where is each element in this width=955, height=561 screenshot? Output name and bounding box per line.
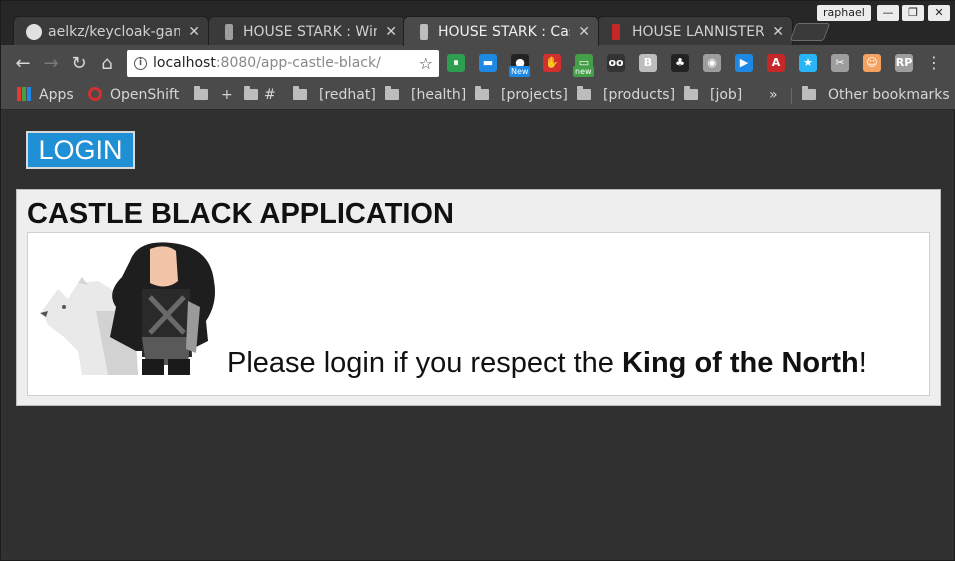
lannister-sigil-icon <box>612 24 620 40</box>
pushbullet-icon[interactable]: ⏸ <box>447 54 465 72</box>
bookmark-folder-products[interactable]: [products] <box>577 82 675 108</box>
bookmark-label: [projects] <box>501 87 568 103</box>
message-prefix: Please login if you respect the <box>227 347 622 379</box>
bookmark-label: # <box>264 87 276 103</box>
folder-icon <box>475 86 489 100</box>
bookmark-label: OpenShift <box>110 87 180 103</box>
jon-snow-and-ghost-illustration <box>40 242 215 375</box>
rp-icon[interactable]: RP <box>895 54 913 72</box>
other-bookmarks[interactable]: Other bookmarks <box>802 82 950 108</box>
address-bar[interactable]: i localhost:8080/app-castle-black/ ☆ <box>127 50 439 77</box>
message-suffix: ! <box>858 347 867 379</box>
king-of-the-north-text: King of the North <box>621 347 859 379</box>
camera-icon[interactable]: ◉ <box>703 54 721 72</box>
folder-icon <box>244 86 258 100</box>
tab-title: HOUSE LANNISTER <box>632 24 764 40</box>
face-icon[interactable]: ☺ <box>863 54 881 72</box>
tab-title: HOUSE STARK : Win <box>243 24 377 40</box>
forward-button[interactable]: → <box>40 53 62 75</box>
tools-icon[interactable]: ✂ <box>831 54 849 72</box>
tab-title: HOUSE STARK : Cas <box>438 24 570 40</box>
bookmarks-separator <box>791 88 792 104</box>
bookmark-star-icon[interactable]: ☆ <box>419 50 433 77</box>
close-icon[interactable]: ✕ <box>578 17 590 46</box>
tab-house-lannister[interactable]: HOUSE LANNISTER ✕ <box>597 16 793 46</box>
bookmark-label: [health] <box>411 87 467 103</box>
bookmark-apps[interactable]: Apps <box>17 82 74 108</box>
url-host: localhost <box>153 55 216 71</box>
adblock-icon[interactable]: ✋ <box>543 54 561 72</box>
browser-toolbar: ← → ↻ ⌂ i localhost:8080/app-castle-blac… <box>1 45 955 82</box>
page-title: CASTLE BLACK APPLICATION <box>27 198 454 230</box>
bookmark-folder[interactable] <box>194 82 214 108</box>
goggles-icon[interactable]: oo <box>607 54 625 72</box>
folder-icon <box>684 86 698 100</box>
home-button[interactable]: ⌂ <box>96 53 118 75</box>
b-icon[interactable]: B <box>639 54 657 72</box>
github-icon <box>26 24 42 40</box>
openshift-icon <box>88 87 102 101</box>
bookmarks-bar: Apps OpenShift + # [redhat] [health] [pr… <box>1 82 955 110</box>
profile-button[interactable]: raphael <box>817 5 871 21</box>
browser-window: aelkz/keycloak-game ✕ HOUSE STARK : Win … <box>0 0 955 561</box>
panel-body: Please login if you respect the King of … <box>27 232 930 396</box>
folder-icon <box>293 86 307 100</box>
bookmark-label: [redhat] <box>319 87 376 103</box>
castle-black-panel: CASTLE BLACK APPLICATION Please login if… <box>16 189 941 406</box>
extension-badge: new <box>573 66 594 77</box>
folder-icon <box>194 86 208 100</box>
minimize-button[interactable]: — <box>877 5 899 21</box>
login-message: Please login if you respect the King of … <box>227 347 867 380</box>
page-viewport: LOGIN CASTLE BLACK APPLICATION Please lo… <box>3 111 952 559</box>
bookmark-label: + <box>221 87 233 103</box>
apps-icon <box>17 87 31 101</box>
close-window-button[interactable]: ✕ <box>928 5 950 21</box>
stark-sigil-icon <box>420 24 428 40</box>
stark-sigil-icon <box>225 24 233 40</box>
new-tab-button[interactable] <box>789 23 831 41</box>
bookmark-folder-health[interactable]: [health] <box>385 82 466 108</box>
bookmark-folder-hash[interactable]: # <box>244 82 276 108</box>
tab-house-stark-castle[interactable]: HOUSE STARK : Cas ✕ <box>403 16 599 46</box>
extension-badge: New <box>509 66 531 77</box>
bookmark-openshift[interactable]: OpenShift <box>88 82 179 108</box>
tab-strip: aelkz/keycloak-game ✕ HOUSE STARK : Win … <box>1 1 955 46</box>
bookmark-label: [job] <box>710 87 743 103</box>
back-button[interactable]: ← <box>12 53 34 75</box>
gnome-icon[interactable]: ♣ <box>671 54 689 72</box>
bookmark-label: Apps <box>39 87 74 103</box>
folder-icon <box>385 86 399 100</box>
folder-icon <box>577 86 591 100</box>
tab-keycloak-game[interactable]: aelkz/keycloak-game ✕ <box>13 16 209 46</box>
bookmark-label: Other bookmarks <box>828 87 950 103</box>
font-a-icon[interactable]: A <box>767 54 785 72</box>
video-call-icon[interactable]: ▶ <box>735 54 753 72</box>
bookmark-folder-job[interactable]: [job] <box>684 82 742 108</box>
bookmark-folder-redhat[interactable]: [redhat] <box>293 82 376 108</box>
folder-icon <box>802 86 816 100</box>
star-extension-icon[interactable]: ★ <box>799 54 817 72</box>
close-icon[interactable]: ✕ <box>772 17 784 46</box>
screen-icon[interactable]: ▬ <box>479 54 497 72</box>
maximize-button[interactable]: ❐ <box>902 5 924 21</box>
bookmarks-overflow-button[interactable]: » <box>769 82 778 108</box>
reload-button[interactable]: ↻ <box>68 53 90 75</box>
bookmark-folder-plus[interactable]: + <box>221 82 233 108</box>
login-button[interactable]: LOGIN <box>26 131 135 169</box>
bookmark-label: [products] <box>603 87 676 103</box>
close-icon[interactable]: ✕ <box>385 17 397 46</box>
tab-title: aelkz/keycloak-game <box>48 24 180 40</box>
bookmark-folder-projects[interactable]: [projects] <box>475 82 568 108</box>
url-path: :8080/app-castle-black/ <box>215 55 381 71</box>
menu-icon[interactable]: ⋮ <box>926 55 942 71</box>
info-icon[interactable]: i <box>134 57 147 70</box>
close-icon[interactable]: ✕ <box>188 17 200 46</box>
tab-house-stark-win[interactable]: HOUSE STARK : Win ✕ <box>208 16 406 46</box>
